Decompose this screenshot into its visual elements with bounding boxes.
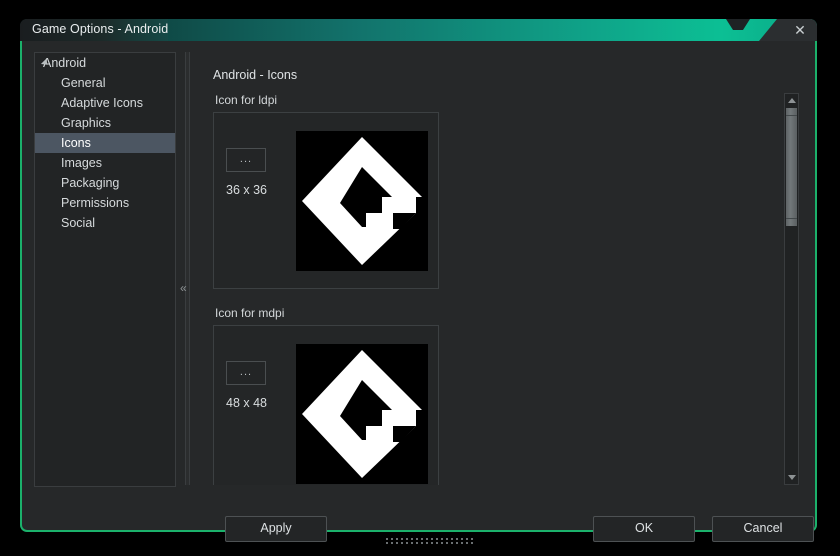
splitter-line — [185, 52, 190, 485]
tree-item-label: Android — [43, 56, 87, 70]
tree-item-label: Social — [61, 216, 96, 230]
tree-item-label: Graphics — [61, 116, 112, 130]
page-title: Android - Icons — [213, 68, 298, 82]
icons-scroll-area[interactable]: Icon for ldpi ... 36 x 36 Icon for mdpi … — [197, 93, 803, 485]
icon-group-mdpi: Icon for mdpi ... 48 x 48 — [213, 306, 439, 485]
tree-item-graphics[interactable]: Graphics — [35, 113, 175, 133]
scroll-up-arrow-icon[interactable] — [785, 94, 798, 107]
sidebar-splitter[interactable]: « — [178, 52, 196, 485]
gamemaker-logo-icon[interactable] — [296, 344, 428, 484]
browse-icon-button-ldpi[interactable]: ... — [226, 148, 266, 172]
grip-dot-row — [386, 538, 476, 540]
game-options-dialog: Game Options - Android ✕ Android General… — [20, 19, 817, 544]
tree-item-android[interactable]: Android — [35, 53, 175, 73]
icon-size-label-ldpi: 36 x 36 — [226, 183, 268, 197]
apply-button[interactable]: Apply — [225, 516, 327, 542]
group-box: ... 48 x 48 — [213, 325, 439, 485]
browse-icon-button-mdpi[interactable]: ... — [226, 361, 266, 385]
tree-item-label: General — [61, 76, 106, 90]
content-vertical-scrollbar[interactable] — [784, 93, 799, 485]
dialog-titlebar[interactable]: Game Options - Android ✕ — [20, 19, 817, 41]
scroll-thumb[interactable] — [786, 108, 797, 226]
grip-dot-row — [386, 542, 476, 544]
tree-item-images[interactable]: Images — [35, 153, 175, 173]
tree-item-social[interactable]: Social — [35, 213, 175, 233]
tree-item-label: Permissions — [61, 196, 130, 210]
group-label: Icon for ldpi — [215, 93, 278, 107]
tree-item-adaptive-icons[interactable]: Adaptive Icons — [35, 93, 175, 113]
tree-item-label: Packaging — [61, 176, 120, 190]
gamemaker-logo-icon[interactable] — [296, 131, 428, 271]
icon-group-ldpi: Icon for ldpi ... 36 x 36 — [213, 93, 439, 289]
tree-item-icons[interactable]: Icons — [35, 133, 175, 153]
tree-item-label: Adaptive Icons — [61, 96, 143, 110]
group-label: Icon for mdpi — [215, 306, 285, 320]
tree-item-permissions[interactable]: Permissions — [35, 193, 175, 213]
titlebar-notch-decoration — [726, 19, 750, 30]
resize-grip[interactable] — [386, 538, 476, 546]
settings-tree[interactable]: Android General Adaptive Icons Graphics … — [34, 52, 176, 487]
ok-button[interactable]: OK — [593, 516, 695, 542]
settings-content-pane: Android - Icons Icon for ldpi ... 36 x 3… — [197, 52, 803, 485]
collapse-sidebar-chevron-icon[interactable]: « — [180, 282, 187, 294]
dialog-body: Android General Adaptive Icons Graphics … — [20, 41, 817, 544]
tree-item-packaging[interactable]: Packaging — [35, 173, 175, 193]
dialog-title: Game Options - Android — [32, 22, 169, 36]
group-box: ... 36 x 36 — [213, 112, 439, 289]
cancel-button[interactable]: Cancel — [712, 516, 814, 542]
tree-item-general[interactable]: General — [35, 73, 175, 93]
scroll-down-arrow-icon[interactable] — [785, 471, 798, 484]
tree-item-label: Images — [61, 156, 102, 170]
tree-item-label: Icons — [61, 136, 91, 150]
icon-size-label-mdpi: 48 x 48 — [226, 396, 268, 410]
close-icon[interactable]: ✕ — [791, 21, 809, 39]
